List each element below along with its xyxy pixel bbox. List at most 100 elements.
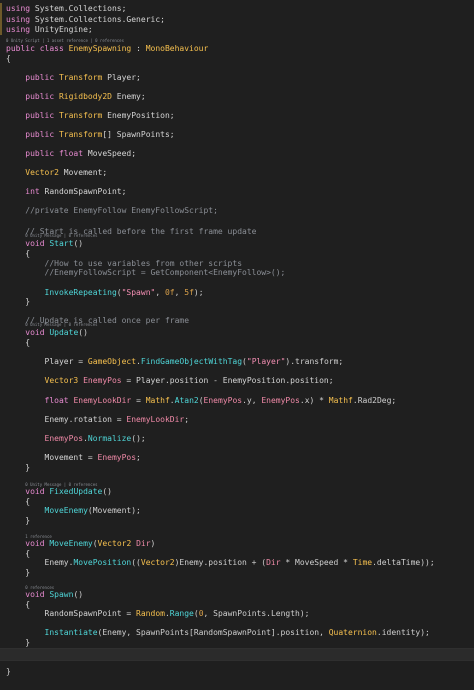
code-text: } — [6, 637, 30, 648]
code-line[interactable]: } — [0, 296, 474, 307]
code-token: Time — [352, 558, 373, 567]
code-token: EnemyPos — [261, 396, 300, 405]
code-line[interactable]: Player = GameObject.FindGameObjectWithTa… — [0, 356, 474, 367]
code-token: MoveSpeed; — [83, 149, 137, 158]
code-text: } — [6, 296, 30, 307]
code-line[interactable]: public Rigidbody2D Enemy; — [0, 91, 474, 102]
code-token: void — [25, 539, 50, 548]
code-text: public Transform Player; — [6, 72, 141, 83]
code-token: () — [73, 590, 84, 599]
code-token: using — [6, 25, 31, 34]
code-token: float — [44, 396, 69, 405]
code-line[interactable]: } — [0, 666, 474, 677]
code-token: .x) * — [299, 396, 329, 405]
code-token: [] SpawnPoints; — [102, 130, 175, 139]
code-line[interactable]: using System.Collections; — [0, 3, 474, 14]
code-text: { — [6, 53, 11, 64]
code-token: Quaternion — [328, 628, 377, 637]
code-line[interactable]: RandomSpawnPoint = Random.Range(0, Spawn… — [0, 608, 474, 619]
code-token: GameObject — [87, 357, 137, 366]
change-marker — [0, 3, 2, 14]
code-token: void — [25, 487, 50, 496]
code-text: public Rigidbody2D Enemy; — [6, 91, 146, 102]
code-token: , SpawnPoints.Length); — [203, 609, 310, 618]
code-line[interactable]: //private EnemyFollow EnemyFollowScript; — [0, 205, 474, 216]
code-token: .Rad2Deg; — [352, 396, 397, 405]
code-token: EnemyLookDir — [73, 396, 132, 405]
code-token: .deltaTime)); — [372, 558, 435, 567]
code-token: EnemyPos — [203, 396, 243, 405]
code-line[interactable]: { — [0, 337, 474, 348]
code-text: int RandomSpawnPoint; — [6, 186, 126, 197]
code-token: EnemyPos — [44, 434, 84, 443]
code-token: Enemy; — [111, 92, 146, 101]
code-line[interactable]: public Transform EnemyPosition; — [0, 110, 474, 121]
code-token: Instantiate — [44, 628, 98, 637]
code-token: } — [6, 297, 31, 306]
code-text: public Transform EnemyPosition; — [6, 110, 174, 121]
code-token: ) — [150, 539, 156, 548]
code-token: { — [6, 249, 31, 258]
code-line[interactable]: int RandomSpawnPoint; — [0, 186, 474, 197]
code-token: (Enemy, SpawnPoints[RandomSpawnPoint].po… — [97, 628, 329, 637]
code-text: RandomSpawnPoint = Random.Range(0, Spawn… — [6, 608, 310, 619]
code-text: float EnemyLookDir = Mathf.Atan2(EnemyPo… — [6, 395, 397, 406]
code-line[interactable]: } — [0, 637, 474, 648]
code-token: "Player" — [246, 357, 286, 366]
code-text: Enemy.rotation = EnemyLookDir; — [6, 414, 190, 425]
code-token: System.Collections.Generic; — [30, 15, 165, 24]
code-token: MoveEnemy — [44, 506, 88, 515]
code-line[interactable]: } — [0, 515, 474, 526]
code-text: } — [6, 567, 30, 578]
code-line[interactable]: Vector3 EnemyPos = Player.position - Ene… — [0, 375, 474, 386]
code-token: UnityEngine; — [30, 25, 93, 34]
code-line[interactable]: } — [0, 567, 474, 578]
code-token: void — [25, 239, 50, 248]
code-line[interactable]: Enemy.rotation = EnemyLookDir; — [0, 414, 474, 425]
code-token: Movement = — [6, 453, 98, 462]
code-line[interactable]: } — [0, 462, 474, 473]
code-token: Enemy.rotation = — [6, 415, 127, 424]
code-token: EnemyPos — [97, 453, 137, 462]
code-token: Dir — [136, 539, 151, 548]
code-line[interactable]: EnemyPos.Normalize(); — [0, 433, 474, 444]
code-token: Atan2 — [174, 396, 199, 405]
code-text: } — [6, 462, 30, 473]
code-token: : — [131, 44, 146, 53]
code-line[interactable]: //EnemyFollowScript = GetComponent<Enemy… — [0, 267, 474, 278]
code-line[interactable] — [0, 648, 474, 661]
code-token: .identity); — [376, 628, 430, 637]
code-line[interactable]: public Transform[] SpawnPoints; — [0, 129, 474, 140]
code-line[interactable]: using UnityEngine; — [0, 24, 474, 35]
code-token: RandomSpawnPoint; — [39, 187, 127, 196]
code-line[interactable]: public Transform Player; — [0, 72, 474, 83]
code-text: //private EnemyFollow EnemyFollowScript; — [6, 205, 218, 216]
code-token: public — [25, 130, 59, 139]
change-marker — [0, 24, 2, 35]
code-line[interactable]: Vector2 Movement; — [0, 167, 474, 178]
code-token: public — [25, 73, 59, 82]
code-token: Mathf — [328, 396, 353, 405]
code-token: = — [131, 396, 146, 405]
code-token: Dir — [266, 558, 281, 567]
code-token: () — [73, 239, 84, 248]
code-line[interactable]: { — [0, 53, 474, 64]
code-token: void — [25, 590, 50, 599]
code-line[interactable]: float EnemyLookDir = Mathf.Atan2(EnemyPo… — [0, 395, 474, 406]
code-text: public float MoveSpeed; — [6, 148, 136, 159]
code-token: MovePosition — [73, 558, 132, 567]
code-token: public — [25, 111, 59, 120]
code-text: } — [6, 666, 11, 677]
code-line[interactable]: public float MoveSpeed; — [0, 148, 474, 159]
code-editor[interactable]: using System.Collections; using System.Co… — [0, 0, 474, 690]
code-token: Vector2 — [97, 539, 132, 548]
code-token: } — [6, 516, 31, 525]
